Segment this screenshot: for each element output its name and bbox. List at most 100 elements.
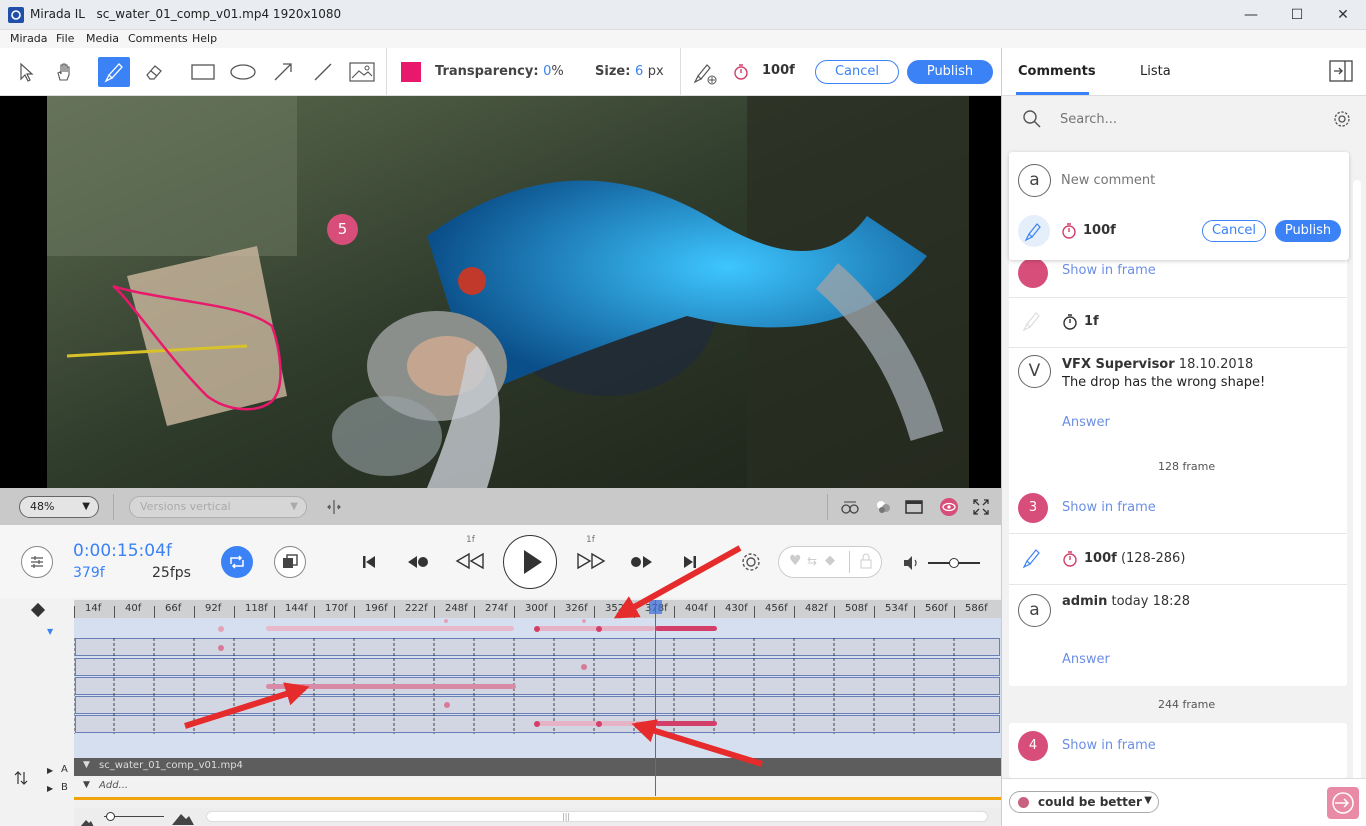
display-icon[interactable] — [905, 499, 923, 515]
annotation-point[interactable] — [534, 721, 540, 727]
play-button[interactable] — [503, 535, 557, 589]
annotation-range[interactable] — [535, 626, 655, 631]
annotation-point[interactable] — [444, 619, 448, 623]
menu-comments[interactable]: Comments — [128, 32, 188, 45]
new-comment-input[interactable] — [1061, 170, 1331, 190]
step-back-button[interactable] — [455, 551, 485, 571]
tab-lista[interactable]: Lista — [1140, 64, 1171, 79]
copy-frame-button[interactable] — [274, 546, 306, 578]
search-input[interactable] — [1060, 108, 1300, 130]
eraser-tool[interactable] — [138, 57, 170, 87]
cancel-button[interactable]: Cancel — [1202, 220, 1266, 242]
color-channels-icon[interactable] — [874, 498, 894, 516]
keyframe-icon[interactable] — [30, 602, 46, 618]
scrollbar-grip[interactable]: ||| — [562, 812, 570, 821]
gear-icon[interactable] — [1333, 110, 1351, 128]
go-start-button[interactable] — [360, 553, 378, 571]
add-track-label[interactable]: Add... — [99, 780, 128, 791]
timeline-scrollbar[interactable]: ||| — [206, 811, 988, 822]
maximize-button[interactable]: ☐ — [1274, 0, 1320, 30]
menu-mirada[interactable]: Mirada — [10, 32, 48, 45]
new-comment-frame[interactable]: 100f — [1083, 223, 1116, 238]
annotation-range[interactable] — [266, 626, 514, 631]
zoom-handle[interactable] — [106, 812, 115, 821]
menu-media[interactable]: Media — [86, 32, 119, 45]
annotation-type-button[interactable] — [692, 60, 718, 86]
compare-icon[interactable] — [840, 498, 860, 516]
annotation-point[interactable] — [218, 645, 224, 651]
playhead[interactable] — [655, 600, 656, 796]
clip-track[interactable]: ▼ sc_water_01_comp_v01.mp4 — [74, 758, 1001, 776]
send-button[interactable] — [1327, 787, 1359, 819]
answer-link[interactable]: Answer — [1062, 415, 1110, 430]
collapse-panel-icon[interactable] — [1329, 60, 1353, 82]
next-marker-button[interactable] — [629, 553, 653, 571]
lock-icon[interactable] — [859, 553, 873, 569]
ellipse-tool[interactable] — [227, 57, 259, 87]
mountain-large-icon[interactable] — [172, 810, 194, 825]
annotation-point[interactable] — [581, 664, 587, 670]
brush-icon[interactable] — [1018, 215, 1050, 247]
pointer-tool[interactable] — [10, 57, 42, 87]
chevron-down-icon[interactable]: ▼ — [83, 760, 90, 770]
playback-settings-icon[interactable] — [740, 551, 762, 573]
panel-scrollbar[interactable] — [1353, 180, 1361, 780]
go-end-button[interactable] — [681, 553, 699, 571]
annotation-point[interactable] — [218, 626, 224, 632]
publish-button[interactable]: Publish — [907, 60, 993, 84]
exchange-icon[interactable]: ⇆ — [807, 554, 817, 568]
tab-comments[interactable]: Comments — [1018, 64, 1096, 79]
duration-frames[interactable]: 100f — [762, 63, 795, 78]
annotation-visibility-icon[interactable] — [940, 498, 958, 516]
annotation-point[interactable] — [444, 702, 450, 708]
annotation-range[interactable] — [266, 684, 516, 689]
size-control[interactable]: Size: 6 px — [595, 64, 664, 79]
annotation-tracks[interactable] — [74, 618, 1001, 758]
zoom-select[interactable]: 48% ▼ — [19, 496, 99, 518]
annotation-marker[interactable]: 5 — [327, 214, 358, 245]
sort-icon[interactable] — [14, 770, 28, 786]
collapse-icon[interactable]: ▼ — [47, 627, 53, 636]
show-in-frame-link[interactable]: Show in frame — [1062, 500, 1156, 515]
heart-icon[interactable]: ♥ — [789, 553, 802, 569]
annotation-point[interactable] — [534, 626, 540, 632]
settings-toggle-icon[interactable] — [21, 546, 53, 578]
volume-handle[interactable] — [949, 558, 959, 568]
versions-select[interactable]: Versions vertical ▼ — [129, 496, 307, 518]
step-forward-button[interactable] — [576, 551, 606, 571]
close-button[interactable]: ✕ — [1320, 0, 1366, 30]
volume-icon[interactable] — [902, 555, 920, 571]
zoom-slider[interactable] — [104, 812, 164, 821]
color-swatch[interactable] — [401, 62, 421, 82]
menu-file[interactable]: File — [56, 32, 74, 45]
annotation-point[interactable] — [596, 626, 602, 632]
publish-button[interactable]: Publish — [1275, 220, 1341, 242]
loop-button[interactable] — [221, 546, 253, 578]
mountain-small-icon[interactable] — [80, 812, 94, 826]
diamond-icon[interactable]: ◆ — [825, 553, 835, 568]
annotation-range[interactable] — [655, 721, 717, 726]
playhead-handle[interactable] — [649, 600, 662, 614]
minimize-button[interactable]: — — [1228, 0, 1274, 30]
annotation-range[interactable] — [535, 721, 655, 726]
hand-tool[interactable] — [48, 57, 80, 87]
annotation-point[interactable] — [582, 619, 586, 623]
chevron-down-icon[interactable]: ▼ — [83, 780, 90, 790]
transparency-control[interactable]: Transparency: 0% — [435, 64, 564, 79]
arrow-tool[interactable] — [267, 57, 299, 87]
video-viewer[interactable]: 5 — [0, 96, 1001, 488]
expand-a-icon[interactable]: ▶ — [47, 766, 53, 775]
line-tool[interactable] — [307, 57, 339, 87]
show-in-frame-link[interactable]: Show in frame — [1062, 738, 1156, 753]
volume-slider[interactable] — [928, 558, 980, 568]
show-in-frame-link[interactable]: Show in frame — [1062, 263, 1156, 278]
annotation-point[interactable] — [596, 721, 602, 727]
image-tool[interactable] — [346, 57, 378, 87]
prev-marker-button[interactable] — [407, 553, 431, 571]
frame-ruler[interactable]: 14f 40f 66f 92f 118f 144f 170f 196f 222f 248f 274f… — [74, 600, 1001, 618]
expand-b-icon[interactable]: ▶ — [47, 784, 53, 793]
status-select[interactable]: could be better ▼ — [1009, 791, 1159, 813]
annotation-range[interactable] — [655, 626, 717, 631]
answer-link[interactable]: Answer — [1062, 652, 1110, 667]
cancel-button[interactable]: Cancel — [815, 60, 899, 84]
